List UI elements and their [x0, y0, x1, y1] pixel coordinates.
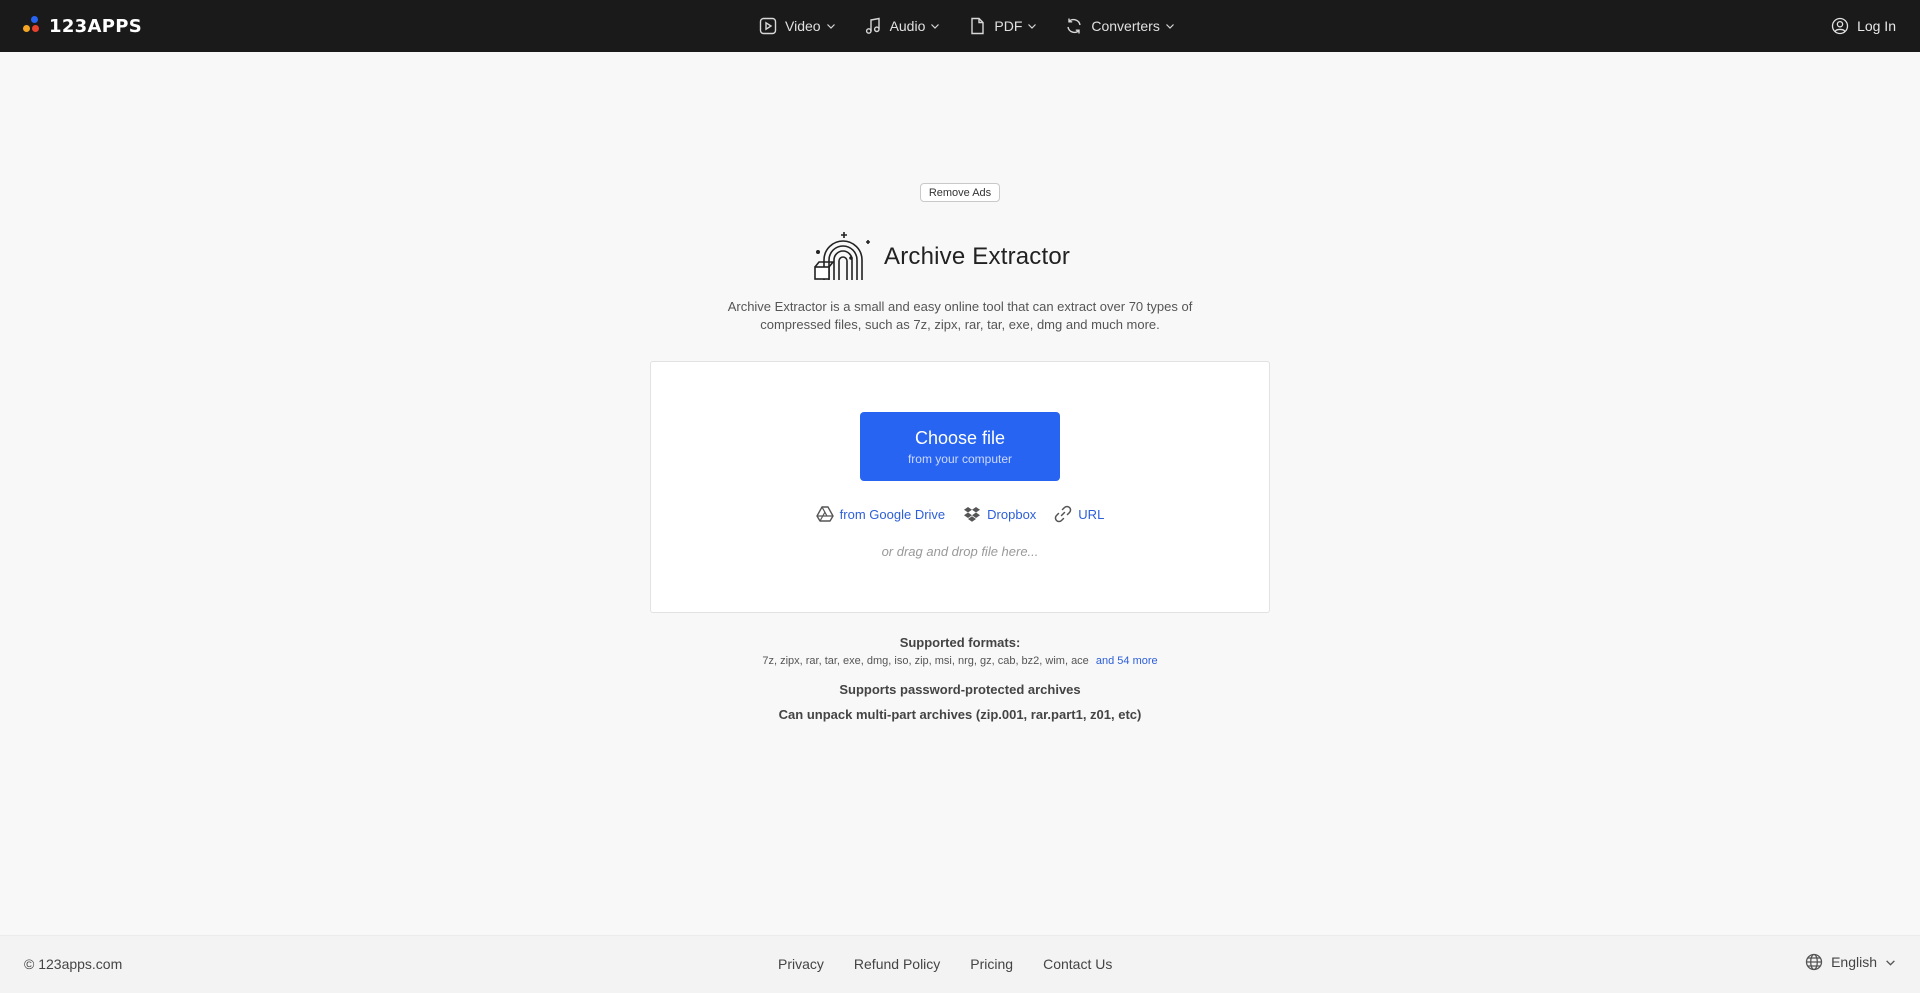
url-button[interactable]: URL: [1054, 505, 1104, 523]
upload-area[interactable]: Choose file from your computer from Goog…: [650, 361, 1270, 613]
main-nav: Video Audio PDF Converters: [745, 0, 1189, 52]
tool-header: Archive Extractor: [810, 230, 1070, 284]
login-label: Log In: [1857, 18, 1896, 34]
choose-file-label: Choose file: [914, 428, 1006, 448]
google-drive-icon: [815, 506, 834, 522]
nav-item-video[interactable]: Video: [745, 0, 850, 52]
nav-label-pdf: PDF: [994, 18, 1023, 34]
footer-links: Privacy Refund Policy Pricing Contact Us: [778, 956, 1112, 972]
top-navbar: 123APPS Video Audio PDF Converters Log I…: [0, 0, 1920, 52]
formats-list: 7z, zipx, rar, tar, exe, dmg, iso, zip, …: [762, 655, 1089, 667]
nav-label-converters: Converters: [1091, 18, 1160, 34]
formats-list-row: 7z, zipx, rar, tar, exe, dmg, iso, zip, …: [660, 652, 1260, 670]
logo-mark-icon: [23, 16, 43, 36]
footer: © 123apps.com Privacy Refund Policy Pric…: [0, 935, 1920, 993]
drag-drop-hint: or drag and drop file here...: [881, 544, 1039, 559]
nav-item-audio[interactable]: Audio: [850, 0, 955, 52]
music-note-icon: [865, 17, 880, 34]
google-drive-label: from Google Drive: [839, 506, 946, 522]
chevron-down-icon: [1028, 24, 1037, 29]
globe-icon: [1805, 953, 1823, 971]
language-label: English: [1831, 954, 1877, 970]
refresh-icon: [1067, 18, 1082, 34]
url-label: URL: [1078, 506, 1105, 522]
footer-link-pricing[interactable]: Pricing: [970, 956, 1013, 972]
dropbox-icon: [964, 507, 981, 522]
nav-item-converters[interactable]: Converters: [1051, 0, 1188, 52]
tool-description: Archive Extractor is a small and easy on…: [727, 299, 1193, 332]
nav-label-audio: Audio: [889, 18, 926, 34]
link-icon: [1055, 505, 1072, 523]
chevron-down-icon: [931, 24, 940, 29]
chevron-down-icon: [826, 24, 835, 29]
nav-item-pdf[interactable]: PDF: [954, 0, 1051, 52]
google-drive-button[interactable]: from Google Drive: [815, 505, 946, 523]
supported-formats: Supported formats: 7z, zipx, rar, tar, e…: [660, 634, 1260, 670]
play-icon: [759, 17, 777, 35]
more-formats-link[interactable]: and 54 more: [1096, 655, 1158, 667]
remove-ads-button[interactable]: Remove Ads: [920, 183, 1000, 202]
archive-rainbow-icon: [814, 232, 870, 280]
upload-sources: from Google Drive Dropbox URL: [651, 505, 1269, 523]
chevron-down-icon: [1886, 959, 1895, 966]
logo[interactable]: 123APPS: [23, 15, 142, 37]
footer-link-refund-policy[interactable]: Refund Policy: [854, 956, 940, 972]
logo-text: 123APPS: [49, 15, 142, 37]
copyright: © 123apps.com: [24, 956, 123, 972]
dropbox-button[interactable]: Dropbox: [963, 505, 1036, 523]
dropbox-label: Dropbox: [987, 506, 1037, 522]
formats-heading: Supported formats:: [899, 635, 1021, 650]
choose-file-sublabel: from your computer: [907, 452, 1013, 466]
language-selector[interactable]: English: [1805, 953, 1896, 971]
nav-label-video: Video: [785, 18, 821, 34]
user-circle-icon: [1831, 17, 1849, 35]
feature-password: Supports password-protected archives: [839, 682, 1081, 697]
footer-link-privacy[interactable]: Privacy: [778, 956, 824, 972]
file-icon: [971, 17, 985, 35]
chevron-down-icon: [1165, 24, 1174, 29]
page-title: Archive Extractor: [884, 243, 1071, 270]
feature-multipart: Can unpack multi-part archives (zip.001,…: [778, 707, 1142, 722]
choose-file-button[interactable]: Choose file from your computer: [860, 412, 1060, 481]
footer-link-contact-us[interactable]: Contact Us: [1043, 956, 1112, 972]
login-button[interactable]: Log In: [1831, 0, 1896, 52]
